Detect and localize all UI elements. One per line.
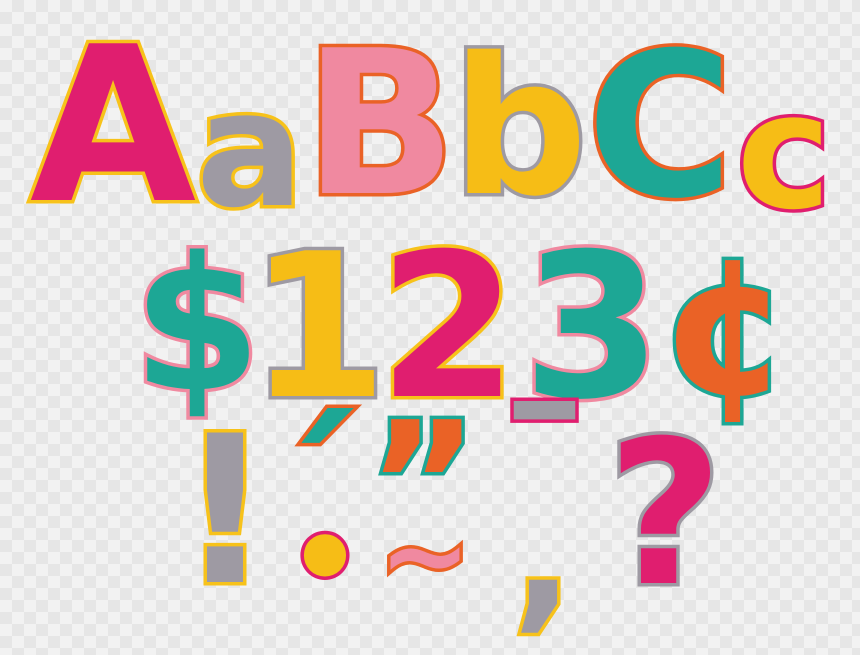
glyph-accent-dot-text: • [283,490,367,629]
glyph-tilde: ~ [375,497,475,614]
glyph-b-lower: b [448,29,591,226]
glyph-tilde-text: ~ [375,491,474,619]
glyph-cent-text: ¢ [656,217,795,438]
glyph-question-text: ? [603,398,726,631]
glyph-A-upper: A [26,14,199,236]
glyph-c-lower: c [728,68,840,235]
glyph-a-lower: a [185,66,315,233]
glyph-B-upper: B [300,21,459,228]
glyph-cent: ¢ [656,229,795,426]
glyph-question: ? [600,411,730,618]
letter-set-stage: A a B b C c $ 1 2 3 ¢ ! ´ • ” ~ , ? [0,0,860,655]
glyph-dollar-text: $ [129,216,265,433]
glyph-a-lower-text: a [193,55,308,243]
glyph-B-upper-text: B [300,7,459,241]
glyph-A-upper-text: A [26,0,199,251]
glyph-comma-text: , [509,461,577,648]
glyph-b-lower-text: b [448,17,591,238]
glyph-exclamation: ! [175,406,275,618]
glyph-comma: , [508,471,578,638]
glyph-C-upper: C [580,23,740,230]
glyph-dollar: $ [129,216,265,433]
glyph-C-upper-text: C [583,10,737,243]
glyph-accent-dot: • [283,496,367,623]
glyph-c-lower-text: c [733,58,835,245]
glyph-exclamation-text: ! [175,393,275,631]
